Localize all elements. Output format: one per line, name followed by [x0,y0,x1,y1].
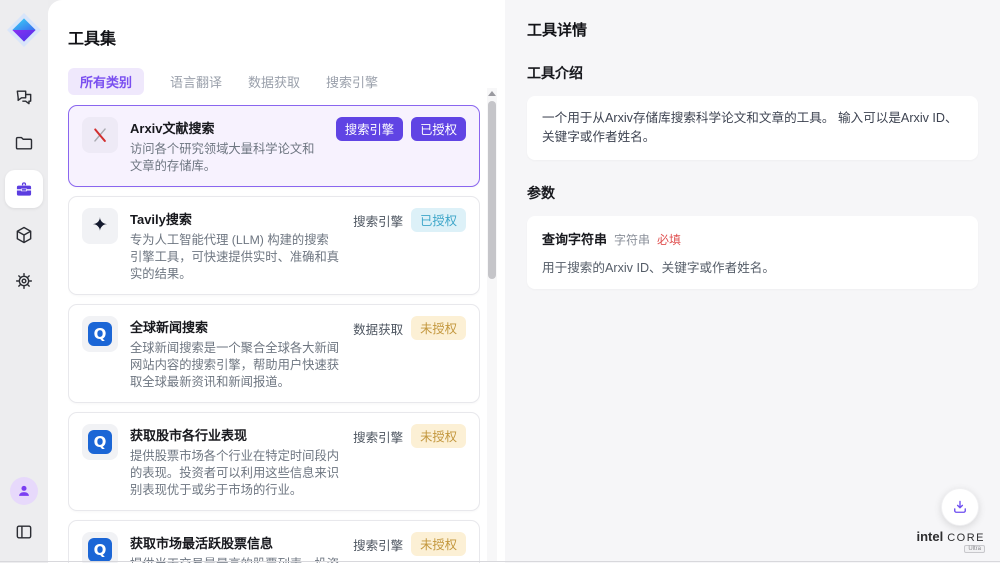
status-badge: 未授权 [411,532,466,556]
tab-search-engine[interactable]: 搜索引擎 [326,72,378,91]
tool-card-arxiv[interactable]: Arxiv文献搜索 访问各个研究领域大量科学论文和文章的存储库。 搜索引擎 已授… [68,105,480,187]
toolbox-icon [14,179,34,199]
category-badge: 搜索引擎 [353,208,403,230]
tool-badges: 搜索引擎 已授权 [353,208,466,283]
q-search-icon: Q [82,316,118,352]
tool-card-body: Arxiv文献搜索 访问各个研究领域大量科学论文和文章的存储库。 [130,117,324,175]
tool-card-body: 获取市场最活跃股票信息 提供当天交易量最高的股票列表，投资者可以利用这些信息来识… [130,532,341,563]
parameter-type: 字符串 [614,231,650,248]
category-badge: 搜索引擎 [336,117,403,141]
category-tabs: 所有类别 语言翻译 数据获取 搜索引擎 [68,68,505,95]
arxiv-logo-icon [82,117,118,153]
tool-card-body: Tavily搜索 专为人工智能代理 (LLM) 构建的搜索引擎工具，可快速提供实… [130,208,341,283]
settings-icon [14,271,34,291]
chat-icon [14,87,34,107]
cube-icon [14,225,34,245]
tab-all-categories[interactable]: 所有类别 [68,68,144,95]
tab-data-acquisition[interactable]: 数据获取 [248,72,300,91]
parameter-header: 查询字符串 字符串 必填 [542,229,963,248]
sparkle-star-icon: ✦ [82,208,118,244]
parameter-name: 查询字符串 [542,229,607,248]
status-badge: 已授权 [411,117,466,141]
category-badge: 搜索引擎 [353,424,403,446]
tab-language-translation[interactable]: 语言翻译 [170,72,222,91]
download-icon [951,498,969,516]
parameter-box: 查询字符串 字符串 必填 用于搜索的Arxiv ID、关键字或作者姓名。 [527,216,978,289]
tool-description: 提供股票市场各个行业在特定时间段内的表现。投资者可以利用这些信息来识别表现优于或… [130,448,341,499]
scrollbar-thumb[interactable] [488,101,496,279]
status-badge: 未授权 [411,316,466,340]
tool-card-body: 全球新闻搜索 全球新闻搜索是一个聚合全球各大新闻网站内容的搜索引擎，帮助用户快速… [130,316,341,391]
panel-toggle-icon [14,522,34,542]
ultra-badge: Ultra [964,545,985,553]
vertical-scrollbar[interactable] [487,88,497,561]
parameter-description: 用于搜索的Arxiv ID、关键字或作者姓名。 [542,257,963,276]
page-title: 工具集 [68,25,505,49]
download-button[interactable] [941,488,979,526]
tool-details-panel: 工具详情 工具介绍 一个用于从Arxiv存储库搜索科学论文和文章的工具。 输入可… [505,0,1000,563]
tools-panel: 工具集 所有类别 语言翻译 数据获取 搜索引擎 Arxiv文献搜索 访问各个研究… [48,0,505,563]
q-search-icon: Q [82,532,118,563]
tool-badges: 搜索引擎 未授权 [353,424,466,499]
app-logo-icon [6,12,42,48]
intel-wordmark: intel [916,529,943,544]
folder-icon [14,133,34,153]
tool-card-sector-performance[interactable]: Q 获取股市各行业表现 提供股票市场各个行业在特定时间段内的表现。投资者可以利用… [68,412,480,511]
tool-badges: 搜索引擎 已授权 [336,117,466,175]
sidebar-item-settings[interactable] [5,262,43,300]
tool-description: 访问各个研究领域大量科学论文和文章的存储库。 [130,141,324,175]
intro-section-title: 工具介绍 [527,63,978,83]
user-avatar[interactable] [10,477,38,505]
sidebar-item-tools[interactable] [5,170,43,208]
core-wordmark: CORE [947,532,985,544]
tool-badges: 数据获取 未授权 [353,316,466,391]
sidebar-item-collapse[interactable] [5,517,43,547]
tool-name: Tavily搜索 [130,209,341,228]
tool-badges: 搜索引擎 未授权 [353,532,466,563]
tool-description: 专为人工智能代理 (LLM) 构建的搜索引擎工具，可快速提供实时、准确和真实的结… [130,232,341,283]
sidebar-item-files[interactable] [5,124,43,162]
sidebar-item-chat[interactable] [5,78,43,116]
tool-card-tavily[interactable]: ✦ Tavily搜索 专为人工智能代理 (LLM) 构建的搜索引擎工具，可快速提… [68,196,480,295]
tool-name: Arxiv文献搜索 [130,118,324,137]
tool-name: 获取市场最活跃股票信息 [130,533,341,552]
user-icon [15,482,33,500]
parameter-required-flag: 必填 [657,231,681,248]
tool-name: 全球新闻搜索 [130,317,341,336]
params-section-title: 参数 [527,183,978,203]
left-sidebar [0,0,48,563]
tool-card-body: 获取股市各行业表现 提供股票市场各个行业在特定时间段内的表现。投资者可以利用这些… [130,424,341,499]
category-badge: 搜索引擎 [353,532,403,554]
intro-text: 一个用于从Arxiv存储库搜索科学论文和文章的工具。 输入可以是Arxiv ID… [542,109,963,147]
details-title: 工具详情 [527,19,978,40]
window-bottom-edge [0,561,1000,562]
tool-description: 全球新闻搜索是一个聚合全球各大新闻网站内容的搜索引擎，帮助用户快速获取全球最新资… [130,340,341,391]
tool-list: Arxiv文献搜索 访问各个研究领域大量科学论文和文章的存储库。 搜索引擎 已授… [68,105,480,563]
status-badge: 未授权 [411,424,466,448]
tool-name: 获取股市各行业表现 [130,425,341,444]
category-badge: 数据获取 [353,316,403,338]
q-search-icon: Q [82,424,118,460]
tool-card-most-active-stocks[interactable]: Q 获取市场最活跃股票信息 提供当天交易量最高的股票列表，投资者可以利用这些信息… [68,520,480,563]
status-badge: 已授权 [411,208,466,232]
scrollbar-up-arrow[interactable] [488,91,496,96]
intro-box: 一个用于从Arxiv存储库搜索科学论文和文章的工具。 输入可以是Arxiv ID… [527,96,978,160]
intel-core-logo: intel CORE Ultra [916,529,985,553]
sidebar-item-plugins[interactable] [5,216,43,254]
tool-card-global-news[interactable]: Q 全球新闻搜索 全球新闻搜索是一个聚合全球各大新闻网站内容的搜索引擎，帮助用户… [68,304,480,403]
